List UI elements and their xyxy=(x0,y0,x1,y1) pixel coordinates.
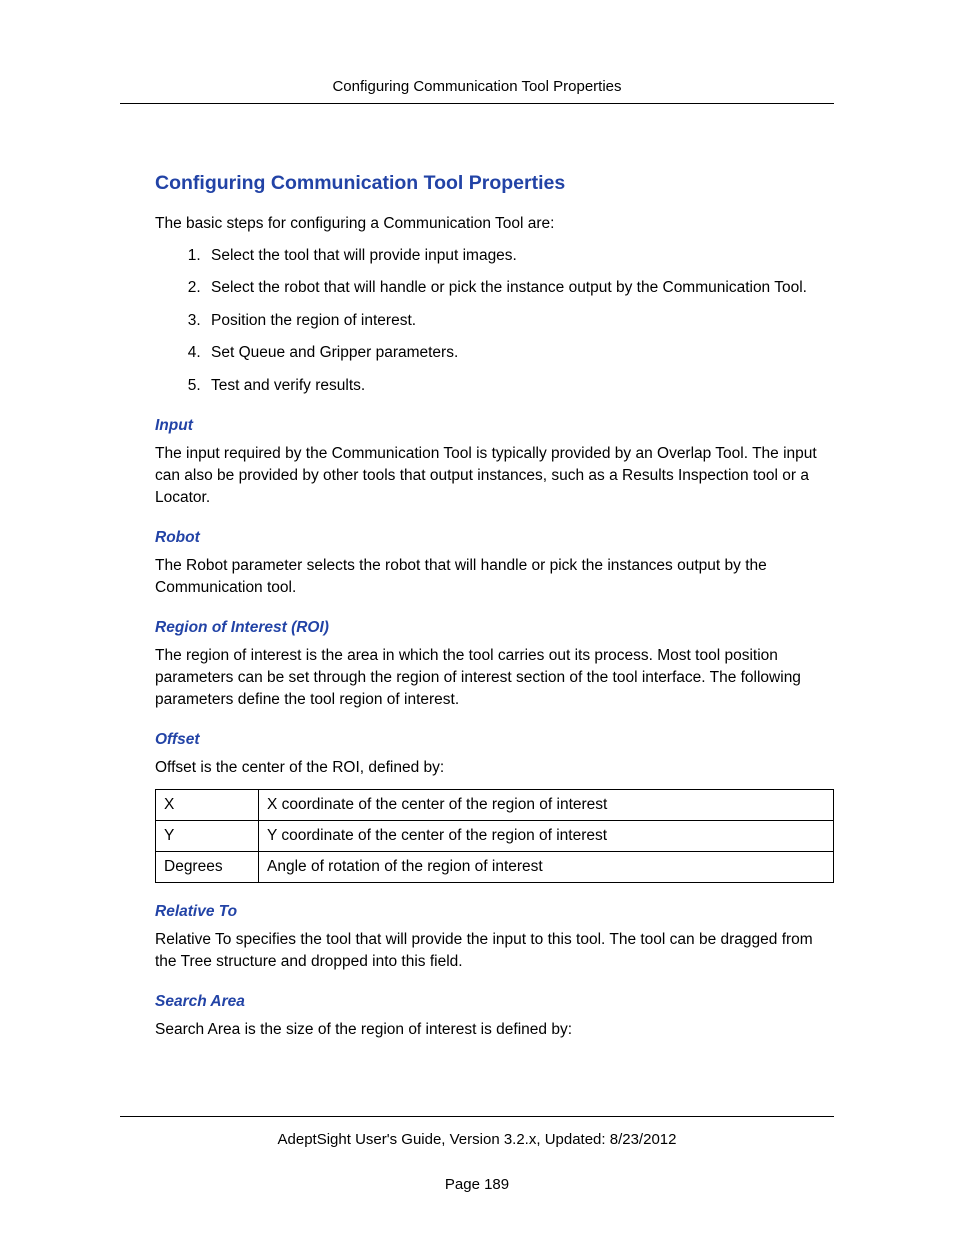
subsection-body-relative-to: Relative To specifies the tool that will… xyxy=(155,929,834,973)
intro-paragraph: The basic steps for configuring a Commun… xyxy=(155,213,834,235)
subsection-body-offset: Offset is the center of the ROI, defined… xyxy=(155,757,834,779)
subsection-body-search-area: Search Area is the size of the region of… xyxy=(155,1019,834,1041)
step-item: Position the region of interest. xyxy=(205,310,834,332)
page-footer: AdeptSight User's Guide, Version 3.2.x, … xyxy=(120,1116,834,1193)
table-cell-desc: Angle of rotation of the region of inter… xyxy=(259,852,834,883)
table-cell-desc: X coordinate of the center of the region… xyxy=(259,790,834,821)
subsection-heading-offset: Offset xyxy=(155,731,834,749)
table-cell-label: X xyxy=(156,790,259,821)
page-title: Configuring Communication Tool Propertie… xyxy=(155,172,834,195)
subsection-body-input: The input required by the Communication … xyxy=(155,443,834,509)
step-item: Test and verify results. xyxy=(205,375,834,397)
document-page: Configuring Communication Tool Propertie… xyxy=(0,0,954,1235)
page-content: Configuring Communication Tool Propertie… xyxy=(120,104,834,1041)
subsection-heading-roi: Region of Interest (ROI) xyxy=(155,619,834,637)
step-item: Select the tool that will provide input … xyxy=(205,245,834,267)
offset-table: X X coordinate of the center of the regi… xyxy=(155,789,834,883)
subsection-heading-robot: Robot xyxy=(155,529,834,547)
table-row: Degrees Angle of rotation of the region … xyxy=(156,852,834,883)
footer-divider xyxy=(120,1116,834,1117)
subsection-heading-input: Input xyxy=(155,417,834,435)
subsection-heading-relative-to: Relative To xyxy=(155,903,834,921)
table-row: X X coordinate of the center of the regi… xyxy=(156,790,834,821)
footer-doc-info: AdeptSight User's Guide, Version 3.2.x, … xyxy=(120,1131,834,1148)
subsection-body-roi: The region of interest is the area in wh… xyxy=(155,645,834,711)
page-number: Page 189 xyxy=(120,1176,834,1193)
table-cell-label: Degrees xyxy=(156,852,259,883)
subsection-heading-search-area: Search Area xyxy=(155,993,834,1011)
running-header: Configuring Communication Tool Propertie… xyxy=(120,78,834,95)
subsection-body-robot: The Robot parameter selects the robot th… xyxy=(155,555,834,599)
steps-list: Select the tool that will provide input … xyxy=(155,245,834,397)
table-cell-label: Y xyxy=(156,821,259,852)
step-item: Select the robot that will handle or pic… xyxy=(205,277,834,299)
table-row: Y Y coordinate of the center of the regi… xyxy=(156,821,834,852)
step-item: Set Queue and Gripper parameters. xyxy=(205,342,834,364)
table-cell-desc: Y coordinate of the center of the region… xyxy=(259,821,834,852)
